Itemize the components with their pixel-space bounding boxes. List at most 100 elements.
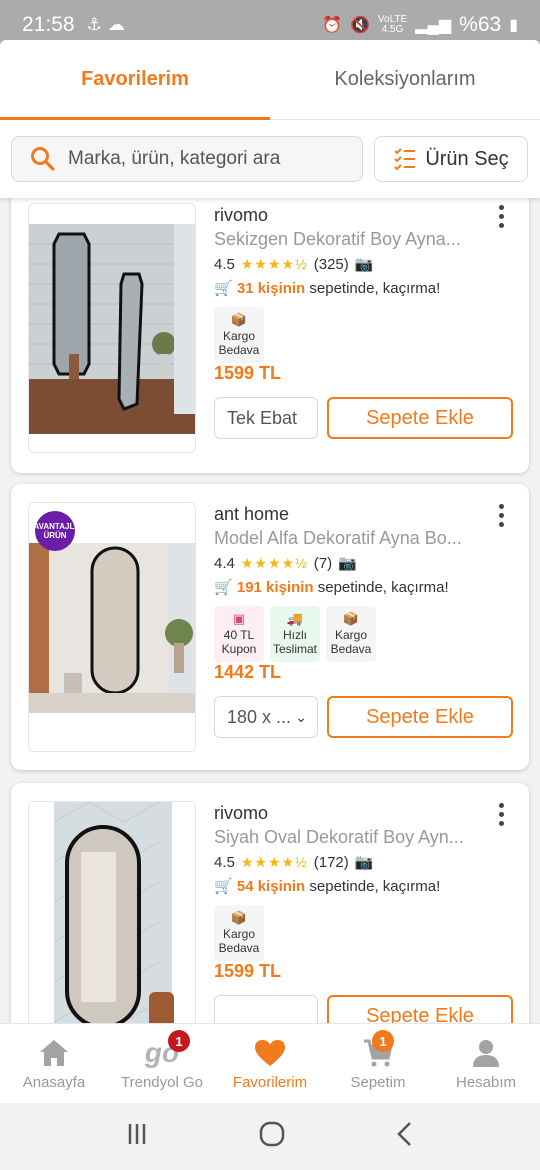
size-selector[interactable]: Tek Ebat — [214, 397, 318, 439]
basket-count: 54 kişinin — [236, 878, 306, 895]
battery-level: %63 — [459, 13, 502, 36]
cart-badge: 1 — [372, 1030, 394, 1052]
truck-icon: 🚚 — [286, 611, 304, 626]
basket-text: sepetinde, kaçırma! — [305, 878, 441, 895]
top-tabs: Favorilerim Koleksiyonlarım — [0, 40, 540, 120]
product-badges: 📦 Kargo Bedava — [214, 905, 264, 961]
product-image[interactable] — [28, 203, 196, 453]
nav-label: Anasayfa — [22, 1074, 86, 1091]
review-count[interactable]: (325) — [314, 256, 349, 273]
product-brand: rivomo — [214, 205, 269, 225]
product-brand: rivomo — [214, 803, 269, 823]
product-card[interactable]: AVANTAJLI ÜRÜN ant home Model Alfa Dekor… — [11, 484, 529, 770]
user-icon — [470, 1036, 502, 1070]
home-button-icon[interactable] — [258, 1120, 286, 1153]
add-to-cart-button[interactable]: Sepete Ekle — [327, 397, 513, 439]
product-rating: 4.5 ★★★★½ (172) 📷 — [214, 853, 374, 872]
more-options-icon[interactable] — [499, 803, 505, 830]
product-brand: ant home — [214, 504, 290, 524]
status-right: ⏰ 🔇 VoLTE 4.5G ▂▄▆ %63 ▮ — [322, 13, 518, 37]
go-badge: 1 — [168, 1030, 190, 1052]
nav-label: Trendyol Go — [121, 1074, 203, 1091]
size-value: 180 x ... — [227, 706, 292, 727]
system-navigation — [0, 1103, 540, 1170]
search-row: Marka, ürün, kategori ara Ürün Seç — [0, 120, 540, 198]
cart-small-icon: 🛒 — [214, 280, 233, 297]
star-rating-icon: ★★★★½ — [240, 853, 308, 870]
camera-icon: 📷 — [338, 555, 357, 572]
product-name[interactable]: Siyah Oval Dekoratif Boy Ayn... — [214, 827, 474, 848]
search-icon — [31, 147, 55, 171]
nav-hesabim[interactable]: Hesabım — [432, 1024, 540, 1103]
box-icon: 📦 — [230, 910, 248, 925]
basket-info: 🛒 191 kişinin sepetinde, kaçırma! — [214, 578, 449, 596]
search-input[interactable]: Marka, ürün, kategori ara — [11, 136, 363, 182]
rating-value: 4.5 — [214, 255, 235, 273]
chevron-down-icon: ⌄ — [295, 708, 307, 725]
add-to-cart-button[interactable]: Sepete Ekle — [327, 696, 513, 738]
product-select-button[interactable]: Ürün Seç — [374, 136, 528, 182]
add-to-cart-button[interactable]: Sepete Ekle — [327, 995, 513, 1023]
size-selector[interactable] — [214, 995, 318, 1023]
box-icon: 📦 — [230, 312, 248, 327]
back-icon[interactable] — [395, 1121, 415, 1152]
cart-small-icon: 🛒 — [214, 579, 233, 596]
review-count[interactable]: (7) — [314, 555, 332, 572]
star-rating-icon: ★★★★½ — [240, 255, 308, 272]
basket-count: 191 kişinin — [236, 579, 314, 596]
camera-icon: 📷 — [354, 854, 374, 871]
nav-label: Favorilerim — [232, 1074, 308, 1091]
product-card[interactable]: rivomo Sekizgen Dekoratif Boy Ayna... 4.… — [11, 198, 529, 473]
nav-sepetim[interactable]: 1 Sepetim — [324, 1024, 432, 1103]
review-count[interactable]: (172) — [314, 854, 349, 871]
nav-anasayfa[interactable]: Anasayfa — [0, 1024, 108, 1103]
tab-koleksiyonlarim[interactable]: Koleksiyonlarım — [270, 40, 540, 119]
status-time: 21:58 — [22, 13, 75, 36]
product-card[interactable]: rivomo Siyah Oval Dekoratif Boy Ayn... 4… — [11, 783, 529, 1023]
product-price: 1599 TL — [214, 961, 282, 981]
network-indicator: VoLTE 4.5G — [377, 14, 408, 35]
free-shipping-badge: 📦 Kargo Bedava — [326, 606, 376, 662]
product-rating: 4.5 ★★★★½ (325) 📷 — [214, 255, 373, 274]
nav-label: Hesabım — [455, 1074, 517, 1091]
basket-info: 🛒 54 kişinin sepetinde, kaçırma! — [214, 877, 440, 895]
search-placeholder: Marka, ürün, kategori ara — [68, 148, 281, 169]
product-price: 1599 TL — [214, 363, 282, 383]
cart-small-icon: 🛒 — [214, 878, 233, 895]
basket-info: 🛒 31 kişinin sepetinde, kaçırma! — [214, 279, 440, 297]
star-rating-icon: ★★★★½ — [240, 554, 308, 571]
recent-apps-icon[interactable] — [125, 1122, 149, 1151]
coupon-badge: ▣ 40 TL Kupon — [214, 606, 264, 662]
favorites-list: rivomo Sekizgen Dekoratif Boy Ayna... 4.… — [0, 198, 540, 1023]
product-badges: ▣ 40 TL Kupon 🚚 Hızlı Teslimat 📦 Kargo B… — [214, 606, 376, 662]
product-price: 1442 TL — [214, 662, 282, 682]
coupon-icon: ▣ — [232, 611, 246, 626]
heart-icon — [254, 1036, 286, 1070]
size-selector[interactable]: 180 x ... ⌄ — [214, 696, 318, 738]
more-options-icon[interactable] — [499, 504, 505, 531]
signal-icon: ▂▄▆ — [415, 17, 452, 34]
product-image[interactable]: AVANTAJLI ÜRÜN — [28, 502, 196, 752]
bottom-navigation: Anasayfa go 1 Trendyol Go Favorilerim 1 … — [0, 1023, 540, 1103]
alarm-icon: ⏰ — [322, 17, 342, 34]
home-icon — [38, 1036, 70, 1070]
basket-text: sepetinde, kaçırma! — [313, 579, 449, 596]
mute-icon: 🔇 — [350, 17, 370, 34]
basket-text: sepetinde, kaçırma! — [305, 280, 441, 297]
nav-label: Sepetim — [350, 1074, 406, 1091]
tab-favorilerim[interactable]: Favorilerim — [0, 40, 270, 120]
notification-icons: ⚓☁ — [86, 15, 131, 34]
product-name[interactable]: Model Alfa Dekoratif Ayna Bo... — [214, 528, 474, 549]
advantage-badge: AVANTAJLI ÜRÜN — [33, 511, 77, 551]
product-image[interactable] — [28, 801, 196, 1023]
nav-favorilerim[interactable]: Favorilerim — [216, 1024, 324, 1103]
rating-value: 4.4 — [214, 554, 235, 572]
free-shipping-badge: 📦 Kargo Bedava — [214, 905, 264, 961]
rating-value: 4.5 — [214, 853, 235, 871]
basket-count: 31 kişinin — [236, 280, 306, 297]
nav-trendyol-go[interactable]: go 1 Trendyol Go — [108, 1024, 216, 1103]
product-name[interactable]: Sekizgen Dekoratif Boy Ayna... — [214, 229, 474, 250]
more-options-icon[interactable] — [499, 205, 505, 232]
fast-delivery-badge: 🚚 Hızlı Teslimat — [270, 606, 320, 662]
battery-icon: ▮ — [509, 17, 518, 34]
